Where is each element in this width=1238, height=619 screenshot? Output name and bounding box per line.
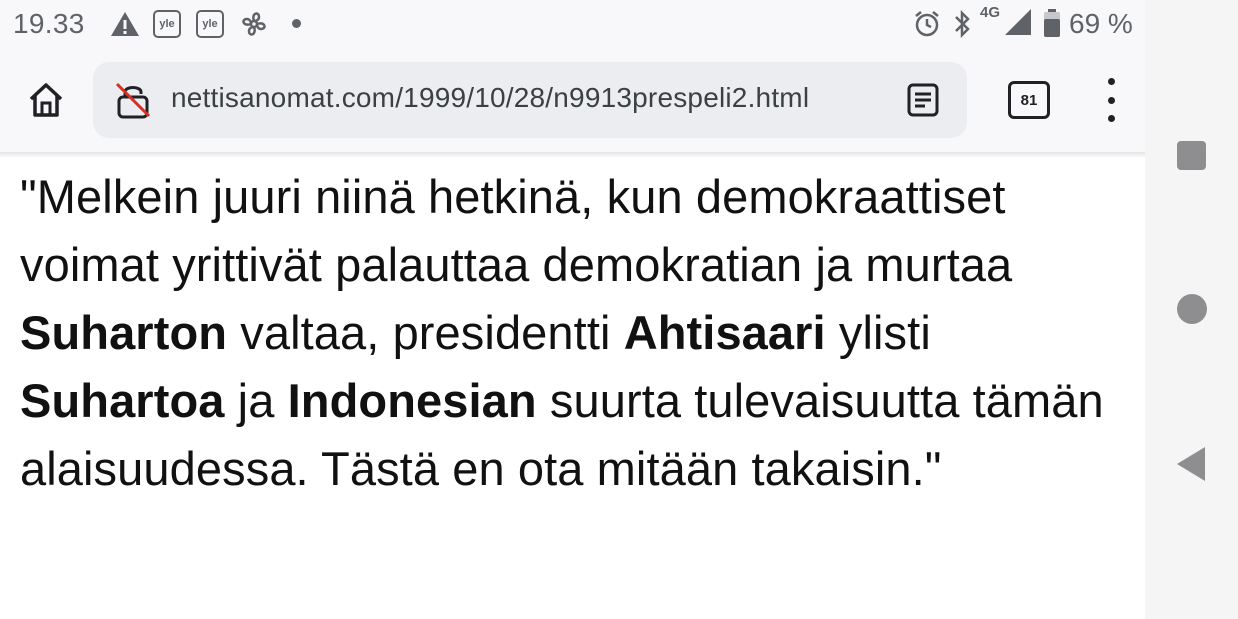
tab-switcher-button[interactable]: 81 (1008, 81, 1050, 119)
insecure-lock-icon[interactable] (113, 80, 153, 120)
network-type-label: 4G (980, 4, 1001, 21)
status-bar: 19.33 yle yle 4G 69 % (0, 0, 1145, 48)
yle-icon: yle (196, 10, 224, 38)
warning-icon (111, 12, 139, 36)
home-button[interactable] (22, 76, 70, 124)
quote-text: ylisti (825, 306, 931, 359)
fan-icon (242, 12, 266, 36)
url-fade (833, 76, 873, 124)
status-time: 19.33 (13, 8, 85, 39)
home-icon (29, 83, 63, 117)
bold-name: Suharton (20, 306, 228, 359)
url-text[interactable]: nettisanomat.com/1999/10/28/n9913prespel… (171, 82, 871, 118)
toolbar-shadow (0, 152, 1145, 158)
bold-name: Ahtisaari (623, 306, 826, 359)
home-nav-button[interactable] (1177, 294, 1207, 324)
menu-dot (1107, 115, 1115, 122)
menu-button[interactable] (1096, 78, 1126, 122)
yle-icon: yle (153, 10, 181, 38)
menu-dot (1107, 78, 1115, 85)
reader-mode-icon (907, 83, 939, 117)
tab-count: 81 (1020, 91, 1038, 109)
reader-mode-button[interactable] (903, 80, 943, 120)
signal-icon (1005, 9, 1031, 35)
system-nav-bar (1145, 0, 1238, 619)
quote-text: ja (224, 374, 288, 427)
back-button[interactable] (1177, 447, 1205, 481)
alarm-icon (915, 11, 939, 37)
browser-toolbar: nettisanomat.com/1999/10/28/n9913prespel… (0, 48, 1145, 152)
battery-icon (1044, 9, 1060, 37)
bold-name: Suhartoa (20, 374, 225, 427)
quote-text: valtaa, presidentti (227, 306, 624, 359)
recents-button[interactable] (1177, 141, 1206, 170)
article-quote: "Melkein juuri niinä hetkinä, kun demokr… (20, 163, 1130, 503)
bold-name: Indonesian (287, 374, 537, 427)
battery-percent: 69 % (1069, 8, 1133, 39)
quote-text: "Melkein juuri niinä hetkinä, kun demokr… (20, 170, 1013, 291)
address-bar[interactable]: nettisanomat.com/1999/10/28/n9913prespel… (93, 62, 967, 138)
menu-dot (1107, 96, 1115, 104)
dot-icon (292, 19, 301, 28)
bluetooth-icon (955, 9, 970, 39)
